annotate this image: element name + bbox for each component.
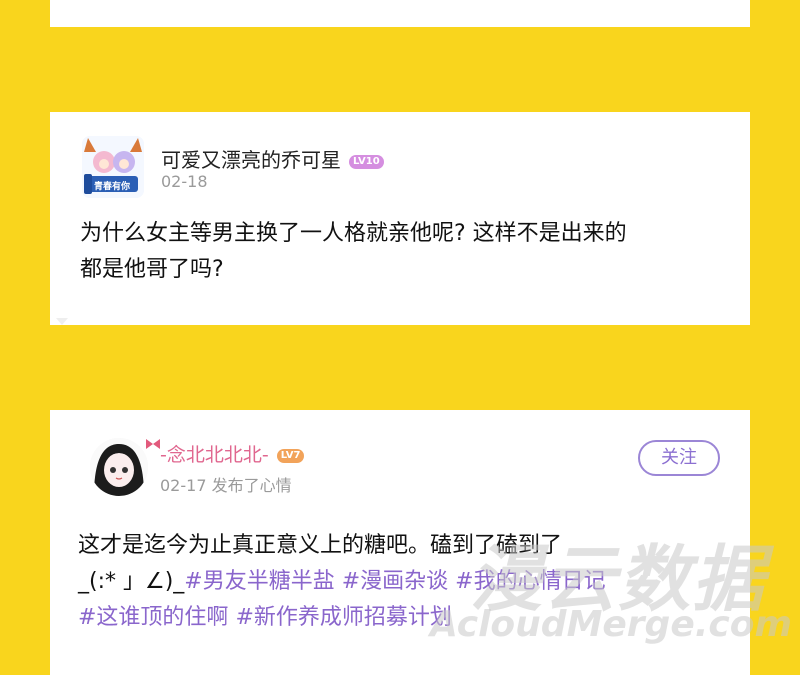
level-badge: LV7	[276, 448, 305, 463]
post-username[interactable]: -念北北北北- LV7	[160, 440, 305, 467]
topic-tag[interactable]: #新作养成师招募计划	[235, 605, 451, 630]
card-notch-icon	[56, 318, 68, 325]
previous-post-card	[50, 0, 750, 27]
user-avatar[interactable]: 青春有你	[82, 136, 144, 198]
content-line: 这才是迄今为止真正意义上的糖吧。磕到了磕到了	[78, 533, 563, 558]
level-badge: LV10	[349, 154, 384, 169]
content-line: 都是他哥了吗?	[80, 257, 224, 282]
username-text[interactable]: 可爱又漂亮的乔可星	[161, 148, 341, 172]
content-line-3: #这谁顶的住啊 #新作养成师招募计划	[78, 600, 738, 636]
post-meta: 02-17 发布了心情	[160, 476, 292, 495]
topic-tag[interactable]: #这谁顶的住啊	[78, 605, 228, 630]
topic-tag[interactable]: #漫画杂谈	[342, 569, 448, 594]
avatar-caption: 青春有你	[94, 182, 131, 192]
content-line: 为什么女主等男主换了一人格就亲他呢? 这样不是出来的	[80, 221, 627, 246]
user-avatar[interactable]	[90, 438, 148, 496]
follow-button[interactable]: 关注	[638, 440, 720, 476]
emoticon-text: _(:* 」∠)_	[78, 569, 185, 594]
post-card-2[interactable]: -念北北北北- LV7 02-17 发布了心情 关注 这才是迄今为止真正意义上的糖…	[50, 410, 750, 675]
post-content[interactable]: 这才是迄今为止真正意义上的糖吧。磕到了磕到了 _(:* 」∠)_#男友半糖半盐 …	[78, 528, 738, 636]
topic-tag[interactable]: #男友半糖半盐	[184, 569, 334, 594]
post-date: 02-18	[161, 172, 208, 191]
post-username[interactable]: 可爱又漂亮的乔可星 LV10	[161, 144, 384, 173]
content-line-2: _(:* 」∠)_#男友半糖半盐 #漫画杂谈 #我的心情日记	[78, 564, 738, 600]
bow-icon	[146, 434, 160, 449]
post-content[interactable]: 为什么女主等男主换了一人格就亲他呢? 这样不是出来的 都是他哥了吗?	[80, 216, 740, 288]
post-card-1[interactable]: 青春有你 可爱又漂亮的乔可星 LV10 02-18 为什么女主等男主换了一人格就亲…	[50, 112, 750, 325]
avatar-anime-girl-icon	[90, 438, 148, 496]
username-text[interactable]: -念北北北北-	[160, 444, 269, 466]
topic-tag[interactable]: #我的心情日记	[455, 569, 605, 594]
